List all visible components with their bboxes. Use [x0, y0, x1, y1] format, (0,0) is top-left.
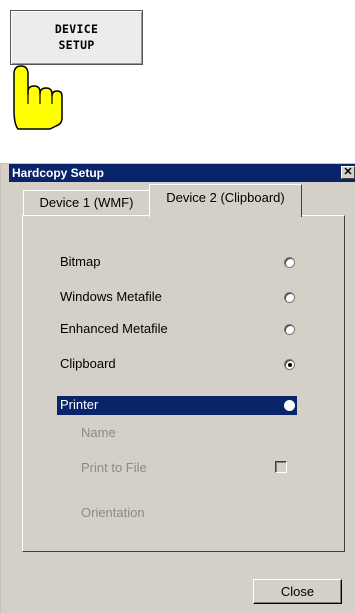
close-button[interactable]: Close: [253, 579, 342, 604]
dialog-title: Hardcopy Setup: [12, 166, 105, 180]
tab-device-2[interactable]: Device 2 (Clipboard): [149, 184, 302, 217]
close-icon[interactable]: ✕: [341, 166, 355, 179]
hardcopy-setup-dialog: Hardcopy Setup ✕ Device 1 (WMF) Device 2…: [0, 163, 355, 613]
softkey-label-line2: SETUP: [58, 38, 95, 52]
tab-device-1[interactable]: Device 1 (WMF): [23, 190, 150, 216]
softkey-label-line1: DEVICE: [54, 22, 99, 36]
device-setup-softkey[interactable]: DEVICE SETUP: [10, 10, 143, 65]
dialog-titlebar[interactable]: Hardcopy Setup ✕: [9, 164, 355, 182]
tab-panel: [22, 215, 345, 552]
